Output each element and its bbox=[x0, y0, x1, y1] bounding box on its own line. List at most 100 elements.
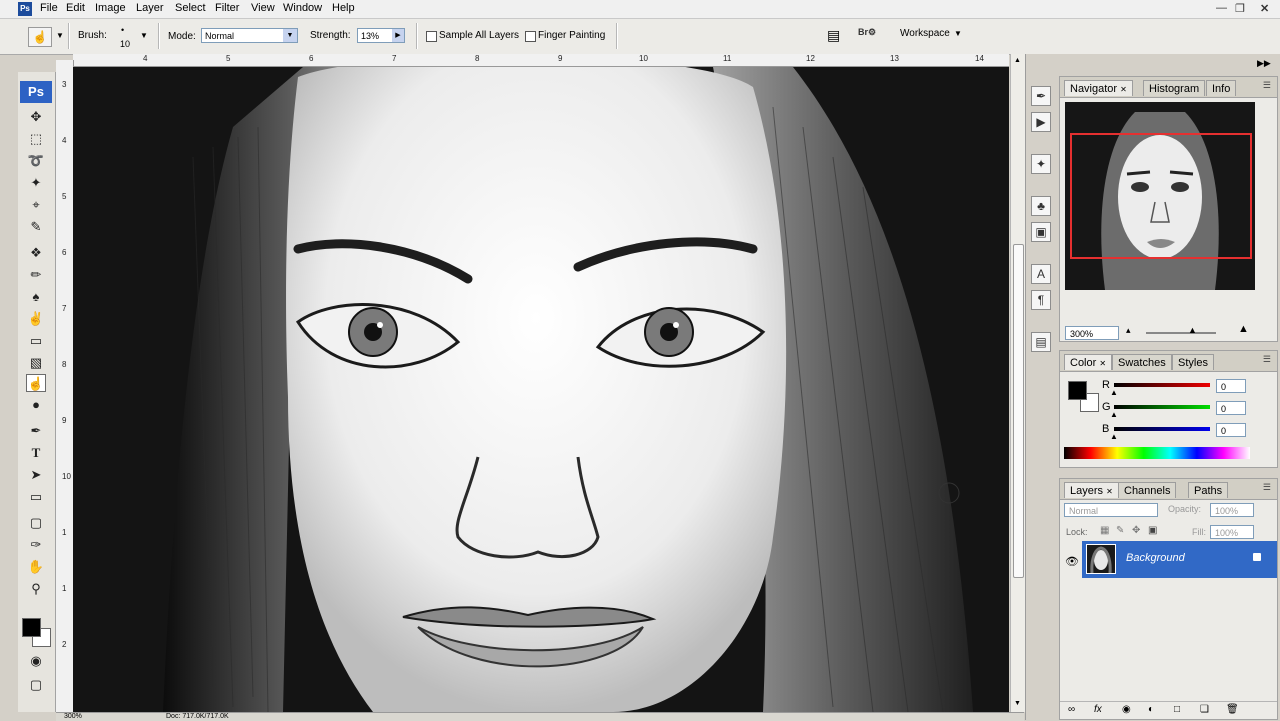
finger-painting-label[interactable]: Finger Painting bbox=[538, 30, 605, 41]
eraser-tool-icon[interactable]: ▭ bbox=[26, 332, 46, 350]
close-icon[interactable]: ✕ bbox=[1106, 487, 1113, 496]
zoom-tool-icon[interactable]: ⚲ bbox=[26, 580, 46, 598]
photoshop-logo[interactable]: Ps bbox=[20, 81, 52, 103]
new-group-icon[interactable]: □ bbox=[1174, 704, 1180, 715]
tab-layers[interactable]: Layers ✕ bbox=[1064, 482, 1119, 498]
tool-presets-icon[interactable]: ✦ bbox=[1031, 154, 1051, 174]
panel-menu-icon[interactable]: ☰ bbox=[1263, 80, 1271, 91]
close-icon[interactable]: ✕ bbox=[1120, 85, 1127, 94]
layer-comps-icon[interactable]: ▣ bbox=[1031, 222, 1051, 242]
clone-source-icon[interactable]: ♣ bbox=[1031, 196, 1051, 216]
paragraph-panel-icon[interactable]: ¶ bbox=[1031, 290, 1051, 310]
info-panel-icon[interactable]: ▤ bbox=[1031, 332, 1051, 352]
panel-menu-icon[interactable]: ☰ bbox=[1263, 354, 1271, 365]
blue-slider[interactable] bbox=[1114, 427, 1210, 431]
panel-menu-icon[interactable]: ☰ bbox=[1263, 482, 1271, 493]
eye-icon[interactable]: 👁 bbox=[1065, 555, 1079, 568]
red-value-field[interactable]: 0 bbox=[1216, 379, 1246, 393]
layer-row-background[interactable]: Background bbox=[1082, 541, 1277, 578]
dodge-tool-icon[interactable]: ● bbox=[26, 396, 46, 414]
lock-transparent-icon[interactable]: ▦ bbox=[1100, 525, 1109, 536]
character-panel-icon[interactable]: A bbox=[1031, 264, 1051, 284]
menu-window[interactable]: Window bbox=[283, 2, 322, 14]
menu-filter[interactable]: Filter bbox=[215, 2, 239, 14]
tab-swatches[interactable]: Swatches bbox=[1112, 354, 1172, 370]
fill-field[interactable]: 100% bbox=[1210, 525, 1254, 539]
lock-pixels-icon[interactable]: ✎ bbox=[1116, 525, 1124, 536]
strength-field[interactable]: 13% ▶ bbox=[357, 28, 405, 43]
menu-edit[interactable]: Edit bbox=[66, 2, 85, 14]
vertical-scrollbar[interactable]: ▲ ▼ bbox=[1010, 54, 1025, 712]
menu-help[interactable]: Help bbox=[332, 2, 355, 14]
green-slider[interactable] bbox=[1114, 405, 1210, 409]
foreground-color-swatch-front[interactable] bbox=[22, 618, 41, 637]
tab-paths[interactable]: Paths bbox=[1188, 482, 1229, 498]
collapse-panels-icon[interactable]: ▶▶ bbox=[1257, 58, 1271, 69]
minimize-icon[interactable]: — bbox=[1216, 2, 1227, 14]
tab-styles[interactable]: Styles bbox=[1172, 354, 1214, 370]
tab-info[interactable]: Info bbox=[1206, 80, 1237, 96]
marquee-tool-icon[interactable]: ⬚ bbox=[26, 130, 46, 148]
lock-all-icon[interactable]: ▣ bbox=[1148, 525, 1157, 536]
notes-tool-icon[interactable]: ▢ bbox=[26, 514, 46, 532]
tab-histogram[interactable]: Histogram bbox=[1143, 80, 1206, 96]
lasso-tool-icon[interactable]: ➰ bbox=[26, 152, 46, 170]
shape-tool-icon[interactable]: ▭ bbox=[26, 488, 46, 506]
slider-thumb-icon[interactable]: ▲ bbox=[1110, 432, 1118, 441]
chevron-down-icon[interactable]: ▼ bbox=[954, 29, 962, 38]
tab-navigator[interactable]: Navigator ✕ bbox=[1064, 80, 1133, 96]
blend-mode-select[interactable]: Normal bbox=[1064, 503, 1158, 517]
sample-all-layers-label[interactable]: Sample All Layers bbox=[439, 30, 519, 41]
screen-mode-icon[interactable]: ▢ bbox=[26, 676, 46, 694]
menu-file[interactable]: File bbox=[40, 2, 58, 14]
gradient-tool-icon[interactable]: ▧ bbox=[26, 354, 46, 372]
healing-brush-tool-icon[interactable]: ❖ bbox=[26, 244, 46, 262]
scroll-up-icon[interactable]: ▲ bbox=[1014, 57, 1021, 64]
zoom-slider-track[interactable] bbox=[1146, 332, 1216, 334]
menu-select[interactable]: Select bbox=[175, 2, 206, 14]
crop-tool-icon[interactable]: ⌖ bbox=[26, 196, 46, 214]
mode-select[interactable]: Normal ▼ bbox=[201, 28, 298, 43]
close-icon[interactable]: ✕ bbox=[1260, 2, 1269, 15]
zoom-out-icon[interactable]: ▴ bbox=[1126, 325, 1131, 336]
red-slider[interactable] bbox=[1114, 383, 1210, 387]
opacity-field[interactable]: 100% bbox=[1210, 503, 1254, 517]
smudge-tool-preset-icon[interactable]: ☝ bbox=[28, 27, 52, 47]
sample-all-layers-checkbox[interactable] bbox=[426, 31, 437, 42]
delete-layer-icon[interactable]: 🗑 bbox=[1226, 704, 1239, 715]
scroll-down-icon[interactable]: ▼ bbox=[1014, 700, 1021, 707]
smudge-tool-icon[interactable]: ☝ bbox=[26, 374, 46, 392]
tab-channels[interactable]: Channels bbox=[1118, 482, 1177, 498]
slice-tool-icon[interactable]: ✎ bbox=[26, 218, 46, 236]
layer-mask-icon[interactable]: ◉ bbox=[1122, 704, 1131, 715]
menu-layer[interactable]: Layer bbox=[136, 2, 164, 14]
move-tool-icon[interactable]: ✥ bbox=[26, 108, 46, 126]
restore-icon[interactable]: ❐ bbox=[1235, 2, 1245, 15]
brushes-panel-icon[interactable]: ✒ bbox=[1031, 86, 1051, 106]
actions-panel-icon[interactable]: ▶ bbox=[1031, 112, 1051, 132]
document-canvas[interactable] bbox=[73, 67, 1009, 712]
blue-value-field[interactable]: 0 bbox=[1216, 423, 1246, 437]
hand-tool-icon[interactable]: ✋ bbox=[26, 558, 46, 576]
bridge-icon[interactable]: Br⚙ bbox=[858, 27, 882, 43]
zoom-in-icon[interactable]: ▲ bbox=[1238, 323, 1249, 335]
tab-color[interactable]: Color ✕ bbox=[1064, 354, 1113, 370]
adjustment-layer-icon[interactable]: ◐ bbox=[1148, 704, 1154, 715]
path-selection-tool-icon[interactable]: ➤ bbox=[26, 466, 46, 484]
strength-slider-arrow-icon[interactable]: ▶ bbox=[392, 29, 404, 42]
chevron-down-icon[interactable]: ▼ bbox=[283, 29, 297, 42]
chevron-down-icon[interactable]: ▼ bbox=[56, 31, 64, 40]
layer-style-icon[interactable]: fx bbox=[1094, 704, 1102, 715]
slider-thumb-icon[interactable]: ▲ bbox=[1110, 410, 1118, 419]
slider-thumb-icon[interactable]: ▲ bbox=[1110, 388, 1118, 397]
navigator-thumbnail[interactable] bbox=[1065, 102, 1255, 290]
close-icon[interactable]: ✕ bbox=[1099, 359, 1106, 368]
lock-position-icon[interactable]: ✥ bbox=[1132, 525, 1140, 536]
clone-stamp-tool-icon[interactable]: ♠ bbox=[26, 288, 46, 306]
menu-image[interactable]: Image bbox=[95, 2, 126, 14]
link-layers-icon[interactable]: ∞ bbox=[1068, 704, 1075, 715]
foreground-color-chip[interactable] bbox=[1068, 381, 1087, 400]
finger-painting-checkbox[interactable] bbox=[525, 31, 536, 42]
scrollbar-thumb[interactable] bbox=[1013, 244, 1024, 578]
workspace-menu[interactable]: Workspace bbox=[900, 28, 950, 39]
